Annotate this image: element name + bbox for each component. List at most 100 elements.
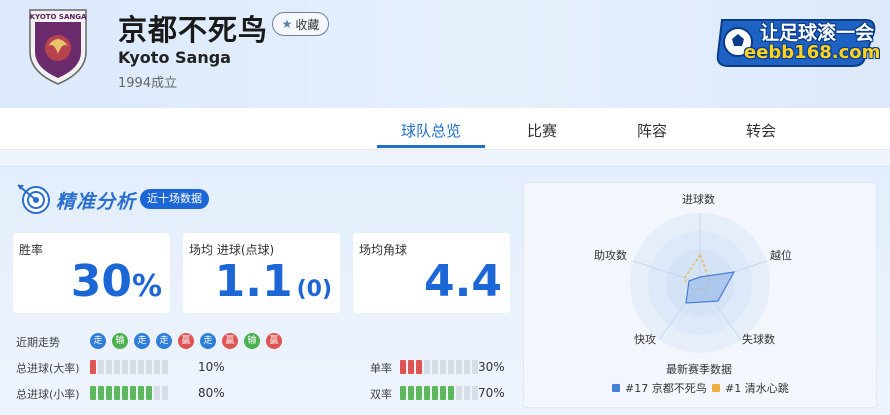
form-result-chip: 输 (112, 333, 128, 349)
rate-bar-segment (464, 386, 470, 400)
tab-transfers[interactable]: 转会 (719, 120, 803, 141)
stat-card-corners: 场均角球 4.4 (353, 233, 510, 313)
stat-number: 30 (70, 256, 132, 307)
rate-bar-segment (122, 386, 128, 400)
rate-bar-segment (130, 360, 136, 374)
rate-bar-segment (432, 360, 438, 374)
legend-label: #17 京都不死鸟 (625, 382, 707, 395)
rate-bar-segment (448, 360, 454, 374)
form-result-chip: 赢 (266, 333, 282, 349)
rate-bar-segment (106, 360, 112, 374)
legend-swatch (712, 384, 720, 392)
last-ten-badge: 近十场数据 (140, 189, 209, 209)
rate-bar-segment (456, 386, 462, 400)
team-name-cn: 京都不死鸟 (118, 13, 269, 47)
rate-bar-segment (114, 386, 120, 400)
rate-bar-segment (154, 360, 160, 374)
rate-bar-segment (424, 360, 430, 374)
stat-label: 胜率 (19, 243, 44, 257)
rate-bar-segment (114, 360, 120, 374)
rate-bar-segment (448, 386, 454, 400)
rate-bar-segment (456, 360, 462, 374)
rate-label: 总进球(大率) (16, 362, 80, 375)
rate-percent: 10% (198, 360, 225, 374)
rate-label: 总进球(小率) (16, 388, 80, 401)
radar-caption: 最新赛季数据 (666, 363, 732, 376)
rate-bar (90, 360, 168, 374)
recent-form-label: 近期走势 (16, 336, 60, 349)
founded-year: 1994成立 (118, 76, 178, 91)
team-name-en: Kyoto Sanga (118, 48, 231, 67)
rate-bar-segment (154, 386, 160, 400)
rate-bar-segment (440, 386, 446, 400)
section-title: 精准分析 (56, 191, 137, 213)
rate-percent: 70% (478, 386, 505, 400)
stat-number: 4.4 (424, 256, 502, 307)
brand-url: eebb168.com (744, 42, 881, 63)
rate-bar (400, 360, 478, 374)
form-result-chip: 走 (200, 333, 216, 349)
stat-number: 1.1 (214, 256, 293, 307)
tab-overview[interactable]: 球队总览 (377, 120, 485, 141)
stat-label: 场均角球 (359, 243, 408, 257)
favorite-button[interactable]: ★ 收藏 (272, 12, 329, 36)
rate-bar-segment (98, 386, 104, 400)
form-result-chip: 输 (244, 333, 260, 349)
radar-axis-label: 进球数 (682, 193, 715, 206)
rate-bar-segment (162, 360, 168, 374)
radar-axis-label: 助攻数 (594, 249, 627, 262)
rate-bar-segment (90, 360, 96, 374)
tab-squad[interactable]: 阵容 (610, 120, 694, 141)
legend-opponent: #1 清水心跳 (712, 380, 789, 396)
rate-bar-segment (440, 360, 446, 374)
stat-value: 1.1 (0) (215, 259, 332, 313)
analysis-panel: 精准分析 近十场数据 胜率 30% 场均 进球(点球) 1.1 (0) 场均角球 … (0, 166, 890, 415)
rate-bar-segment (146, 386, 152, 400)
rate-bar-segment (162, 386, 168, 400)
legend-swatch (612, 384, 620, 392)
rate-percent: 30% (478, 360, 505, 374)
rate-label: 单率 (370, 362, 392, 375)
legend-team: #17 京都不死鸟 (612, 380, 707, 396)
radar-card: 进球数 越位 失球数 快攻 助攻数 最新赛季数据 #17 京都不死鸟 #1 清水… (523, 182, 877, 408)
rate-bar-segment (400, 386, 406, 400)
radar-axis-label: 失球数 (742, 333, 775, 346)
rate-bar-segment (106, 386, 112, 400)
stat-card-winrate: 胜率 30% (13, 233, 170, 313)
radar-axis-label: 快攻 (634, 333, 656, 346)
target-icon (17, 184, 50, 214)
rate-bar-segment (130, 386, 136, 400)
rate-bar-segment (416, 386, 422, 400)
rate-bar-segment (400, 360, 406, 374)
rate-bar-segment (464, 360, 470, 374)
radar-axis-label: 越位 (770, 249, 792, 262)
stat-card-goals: 场均 进球(点球) 1.1 (0) (183, 233, 340, 313)
rate-bar (90, 386, 168, 400)
rate-bar-segment (408, 386, 414, 400)
rate-percent: 80% (198, 386, 225, 400)
team-tabs: 球队总览 比赛 阵容 转会 (0, 108, 890, 150)
form-result-chip: 赢 (222, 333, 238, 349)
rate-bar-segment (416, 360, 422, 374)
stat-value: 4.4 (424, 259, 502, 305)
rate-bar-segment (98, 360, 104, 374)
stat-unit: % (131, 269, 162, 304)
favorite-label: 收藏 (295, 17, 320, 32)
active-tab-indicator (377, 145, 485, 148)
form-result-chip: 赢 (178, 333, 194, 349)
star-icon: ★ (281, 17, 293, 31)
tab-matches[interactable]: 比赛 (500, 120, 584, 141)
rate-bar-segment (146, 360, 152, 374)
rate-bar-segment (122, 360, 128, 374)
form-result-chip: 走 (156, 333, 172, 349)
stat-penalty: (0) (296, 277, 332, 302)
legend-label: #1 清水心跳 (725, 382, 789, 395)
form-result-chip: 走 (134, 333, 150, 349)
svg-text:KYOTO SANGA: KYOTO SANGA (30, 13, 87, 21)
brand-slogan: 让足球滚一会 (760, 22, 875, 44)
rate-label: 双率 (370, 388, 392, 401)
rate-bar (400, 386, 478, 400)
rate-bar-segment (90, 386, 96, 400)
rate-bar-segment (138, 360, 144, 374)
rate-bar-segment (432, 386, 438, 400)
